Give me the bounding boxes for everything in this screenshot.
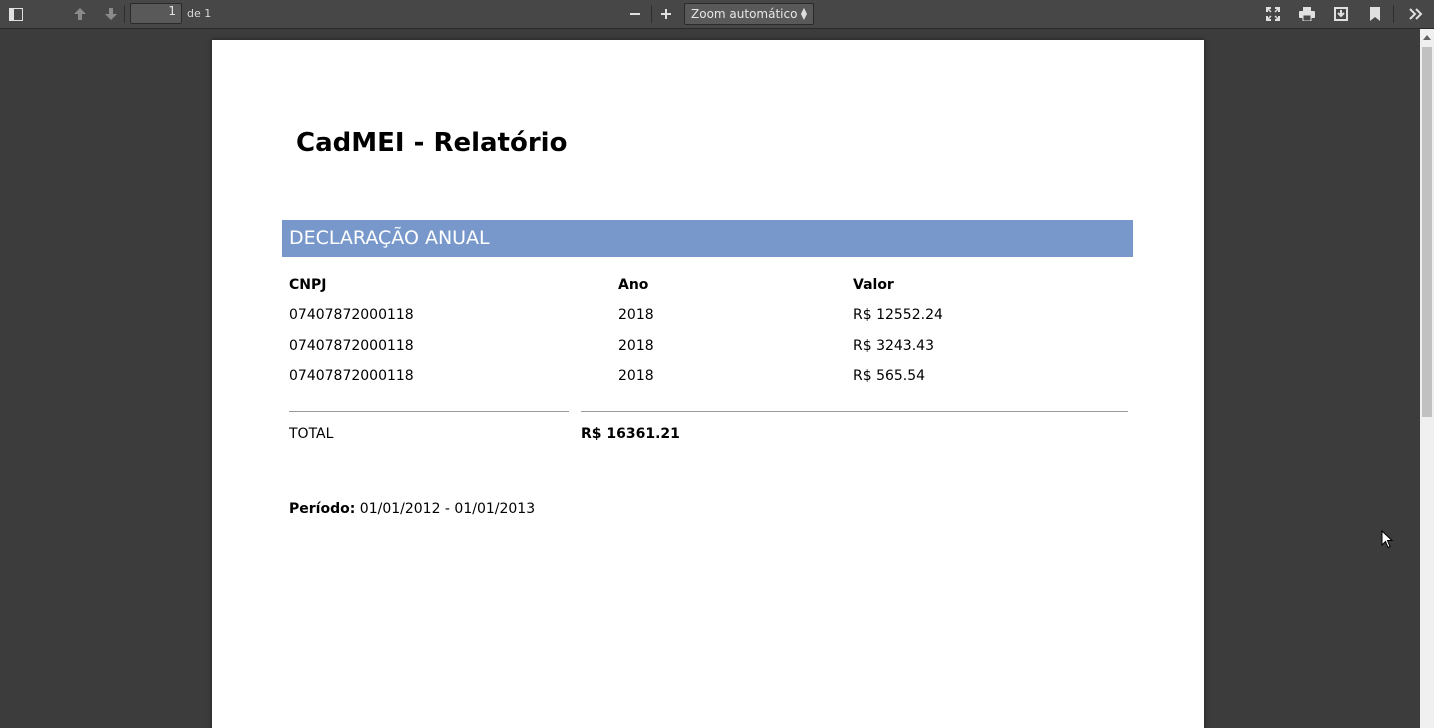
section-title: DECLARAÇÃO ANUAL	[289, 227, 490, 249]
toolbar-divider	[651, 5, 652, 23]
section-header: DECLARAÇÃO ANUAL	[282, 220, 1133, 257]
cell-ano: 2018	[618, 307, 654, 323]
zoom-select[interactable]: Zoom automático ▲ ▼	[684, 3, 814, 25]
scroll-up-arrow-icon[interactable]	[1420, 29, 1434, 46]
mouse-pointer-icon	[1381, 529, 1394, 553]
sidebar-toggle-icon[interactable]	[3, 3, 29, 25]
total-divider	[581, 411, 1128, 412]
cell-cnpj: 07407872000118	[289, 368, 414, 384]
cell-cnpj: 07407872000118	[289, 338, 414, 354]
total-value: R$ 16361.21	[581, 426, 680, 442]
column-header-cnpj: CNPJ	[289, 277, 327, 293]
next-page-icon[interactable]	[98, 3, 124, 25]
column-header-ano: Ano	[618, 277, 649, 293]
zoom-select-value: Zoom automático	[691, 7, 798, 21]
toolbar-divider	[1393, 5, 1394, 23]
period-label: Período:	[289, 501, 356, 517]
period-line: Período: 01/01/2012 - 01/01/2013	[289, 501, 535, 517]
select-arrows-icon: ▲ ▼	[800, 6, 807, 21]
zoom-out-icon[interactable]	[622, 3, 648, 25]
zoom-in-icon[interactable]	[653, 3, 679, 25]
cell-ano: 2018	[618, 368, 654, 384]
pdf-page: CadMEI - Relatório DECLARAÇÃO ANUAL CNPJ…	[212, 40, 1204, 728]
total-label: TOTAL	[289, 426, 334, 442]
cell-valor: R$ 3243.43	[853, 338, 934, 354]
cell-cnpj: 07407872000118	[289, 307, 414, 323]
download-icon[interactable]	[1328, 3, 1354, 25]
cell-valor: R$ 565.54	[853, 368, 926, 384]
pdf-toolbar: 1 de 1 Zoom automático ▲ ▼	[0, 0, 1434, 29]
period-value: 01/01/2012 - 01/01/2013	[359, 501, 536, 517]
bookmark-icon[interactable]	[1362, 3, 1388, 25]
print-icon[interactable]	[1294, 3, 1320, 25]
presentation-mode-icon[interactable]	[1260, 3, 1286, 25]
previous-page-icon[interactable]	[67, 3, 93, 25]
page-number-input[interactable]: 1	[130, 3, 182, 24]
cell-ano: 2018	[618, 338, 654, 354]
scrollbar-thumb[interactable]	[1422, 47, 1432, 417]
total-divider	[289, 411, 569, 412]
column-header-valor: Valor	[853, 277, 894, 293]
page-count-label: de 1	[187, 7, 212, 20]
cell-valor: R$ 12552.24	[853, 307, 943, 323]
tools-menu-icon[interactable]	[1403, 3, 1429, 25]
toolbar-divider	[124, 5, 125, 23]
report-title: CadMEI - Relatório	[296, 128, 568, 158]
